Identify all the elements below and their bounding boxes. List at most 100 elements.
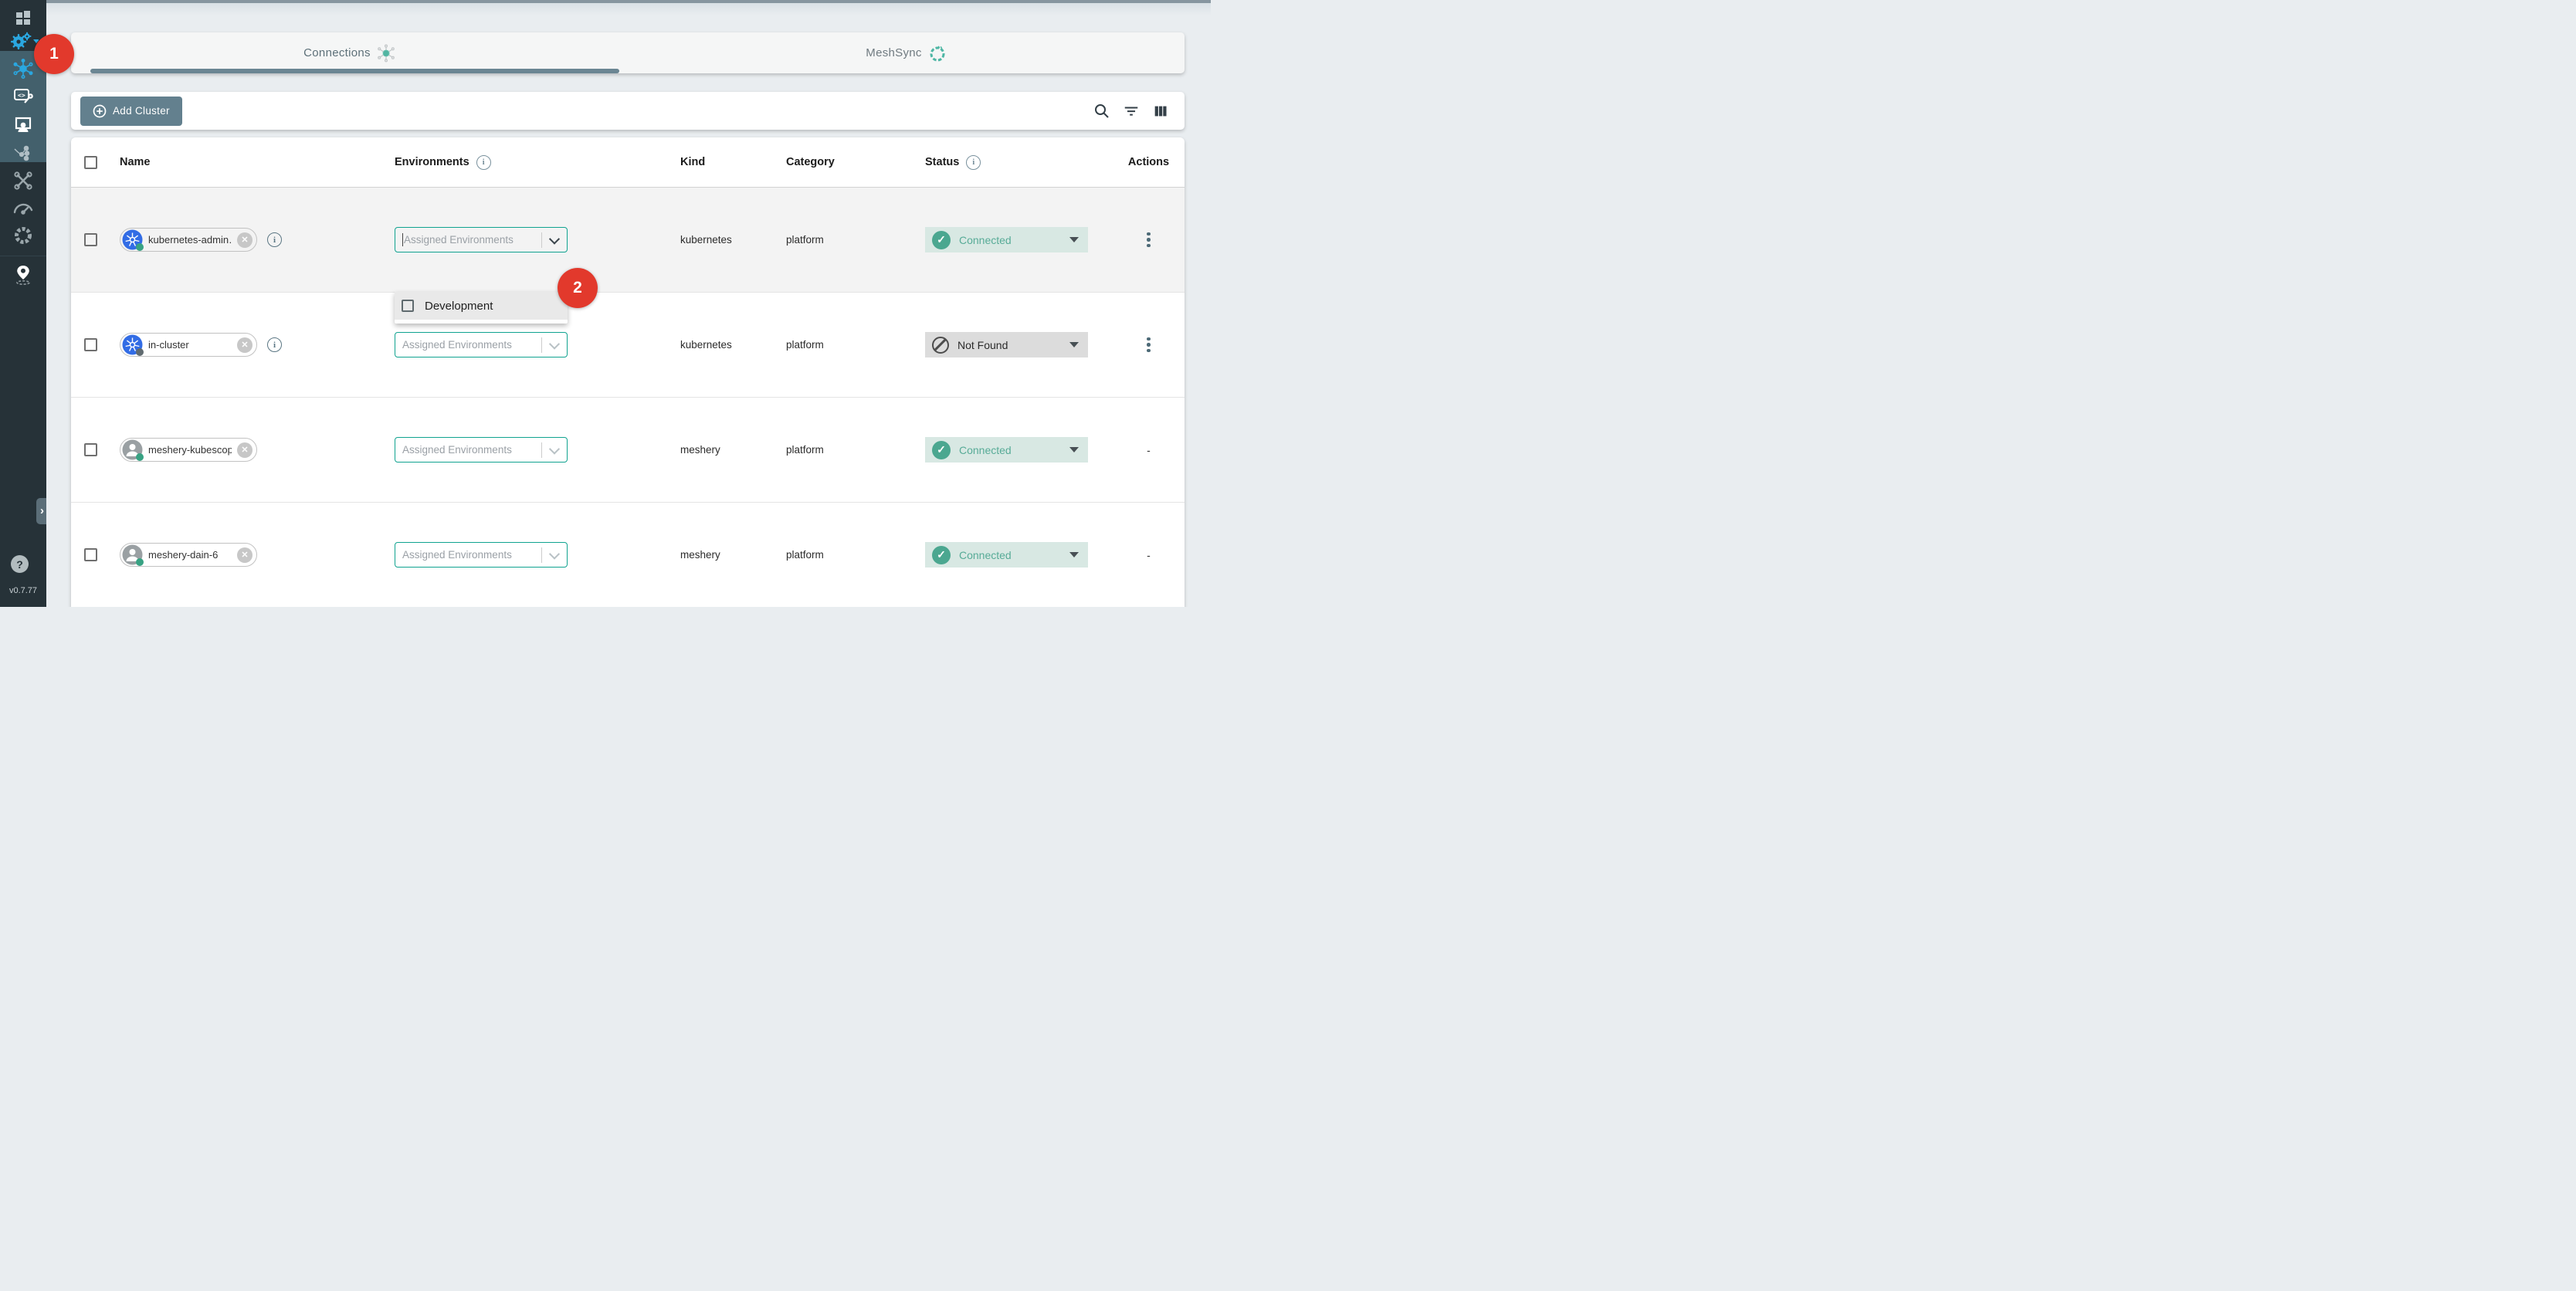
table-row-meshery-kubescope: meshery-kubescop… ✕ Assigned Environment… (71, 398, 1185, 503)
remove-connection-icon[interactable]: ✕ (237, 232, 253, 248)
environments-select[interactable]: Assigned Environments (395, 332, 568, 357)
dashboard-icon[interactable] (6, 6, 40, 29)
environments-select[interactable]: Assigned Environments (395, 227, 568, 252)
row-actions-menu-icon[interactable] (1142, 228, 1155, 252)
chevron-down-icon[interactable] (542, 446, 567, 454)
plus-circle-icon (93, 104, 107, 118)
sidebar-item-performance-icon[interactable] (6, 196, 40, 219)
status-value: Connected (959, 234, 1012, 246)
connection-chip[interactable]: kubernetes-admin… ✕ (120, 228, 257, 252)
option-checkbox[interactable] (402, 300, 414, 312)
search-icon (1093, 103, 1110, 120)
select-all-checkbox[interactable] (84, 156, 97, 169)
connection-chip[interactable]: meshery-kubescop… ✕ (120, 438, 257, 462)
environments-placeholder: Assigned Environments (404, 234, 541, 246)
status-select[interactable]: ✓ Connected (925, 227, 1088, 252)
column-header-category[interactable]: Category (786, 156, 835, 168)
category-value: platform (786, 549, 824, 561)
status-dropdown-arrow-icon (1069, 447, 1079, 452)
chevron-down-icon[interactable] (542, 236, 567, 244)
remove-connection-icon[interactable]: ✕ (237, 442, 253, 458)
column-header-environments[interactable]: Environments (395, 156, 469, 168)
toolbar: Add Cluster (71, 92, 1185, 130)
connected-check-icon: ✓ (932, 231, 951, 249)
tab-meshsync[interactable]: MeshSync (628, 32, 1185, 73)
search-button[interactable] (1093, 102, 1111, 120)
environments-placeholder: Assigned Environments (402, 549, 541, 561)
add-cluster-button[interactable]: Add Cluster (80, 97, 182, 126)
remove-connection-icon[interactable]: ✕ (237, 337, 253, 353)
sidebar-item-topology-icon[interactable] (6, 141, 40, 164)
status-dropdown-arrow-icon (1069, 342, 1079, 347)
environments-placeholder: Assigned Environments (402, 339, 541, 351)
environments-select[interactable]: Assigned Environments (395, 437, 568, 463)
environments-dropdown: Development (395, 292, 568, 324)
connected-check-icon: ✓ (932, 441, 951, 459)
chevron-down-icon[interactable] (542, 551, 567, 559)
row-checkbox[interactable] (84, 338, 97, 351)
table-row-in-cluster: in-cluster ✕ i Assigned Environments kub… (71, 293, 1185, 398)
remove-connection-icon[interactable]: ✕ (237, 547, 253, 563)
connection-status-dot (136, 558, 144, 566)
connected-check-icon: ✓ (932, 546, 951, 564)
connection-name: meshery-kubescop… (148, 444, 232, 456)
status-info-icon[interactable]: i (966, 155, 981, 170)
status-select[interactable]: Not Found (925, 332, 1088, 357)
connection-chip[interactable]: in-cluster ✕ (120, 333, 257, 357)
sidebar-expand-button[interactable]: › (36, 498, 46, 524)
sidebar: <> (0, 0, 46, 607)
kubernetes-icon (122, 229, 143, 250)
row-checkbox[interactable] (84, 548, 97, 561)
connection-info-icon[interactable]: i (267, 337, 282, 352)
text-cursor (402, 233, 403, 246)
connection-status-dot (136, 453, 144, 461)
sidebar-item-configuration-icon[interactable]: <> (6, 85, 40, 108)
sidebar-item-mesh-icon[interactable] (6, 224, 40, 247)
kind-value: meshery (680, 444, 720, 456)
meshery-app-window: <> (0, 0, 1211, 607)
connection-status-dot (136, 348, 144, 356)
view-columns-button[interactable] (1151, 102, 1170, 120)
meshsync-spinner-icon (928, 44, 947, 63)
kind-value: kubernetes (680, 234, 732, 246)
environments-placeholder: Assigned Environments (402, 444, 541, 456)
status-select[interactable]: ✓ Connected (925, 437, 1088, 463)
connection-info-icon[interactable]: i (267, 232, 282, 247)
chevron-down-icon[interactable] (542, 341, 567, 349)
row-checkbox[interactable] (84, 233, 97, 246)
version-label: v0.7.77 (0, 586, 46, 595)
kubernetes-icon (122, 334, 143, 355)
environment-option-development[interactable]: Development (395, 292, 568, 320)
connection-chip[interactable]: meshery-dain-6 ✕ (120, 543, 257, 567)
category-value: platform (786, 444, 824, 456)
column-header-kind[interactable]: Kind (680, 156, 705, 168)
status-value: Connected (959, 444, 1012, 456)
status-select[interactable]: ✓ Connected (925, 542, 1088, 568)
status-dropdown-arrow-icon (1069, 237, 1079, 242)
environments-select[interactable]: Assigned Environments (395, 542, 568, 568)
active-tab-indicator (90, 69, 619, 73)
tab-meshsync-label: MeshSync (866, 46, 921, 59)
sidebar-item-registry-icon[interactable] (6, 263, 40, 286)
columns-icon (1152, 103, 1169, 120)
tab-connections-label: Connections (303, 46, 371, 59)
not-found-icon (932, 337, 949, 354)
column-header-actions: Actions (1128, 156, 1169, 168)
sidebar-item-extensions-icon[interactable] (6, 169, 40, 192)
filter-button[interactable] (1122, 102, 1141, 120)
help-button[interactable]: ? (11, 555, 29, 573)
svg-text:<>: <> (18, 92, 25, 99)
category-value: platform (786, 339, 824, 351)
connection-name: in-cluster (148, 339, 232, 351)
row-checkbox[interactable] (84, 443, 97, 456)
column-header-status[interactable]: Status (925, 156, 959, 168)
avatar-icon (122, 544, 143, 565)
connection-status-dot (136, 243, 144, 251)
sidebar-item-workspaces-icon[interactable] (6, 114, 40, 137)
column-header-name[interactable]: Name (120, 156, 151, 168)
environments-info-icon[interactable]: i (476, 155, 491, 170)
connection-name: kubernetes-admin… (148, 234, 232, 246)
table-row-kubernetes-admin: kubernetes-admin… ✕ i Assigned Environme… (71, 188, 1185, 293)
tab-connections[interactable]: Connections (71, 32, 628, 73)
row-actions-menu-icon[interactable] (1142, 333, 1155, 357)
